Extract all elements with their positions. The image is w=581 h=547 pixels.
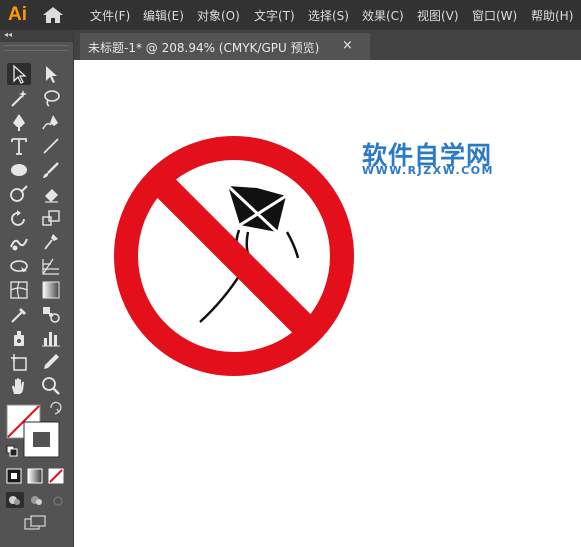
selection-tool-icon[interactable] (7, 63, 31, 85)
puppet-warp-tool-icon[interactable] (39, 231, 63, 253)
menu-view[interactable]: 视图(V) (417, 7, 459, 24)
close-icon[interactable]: × (342, 38, 353, 53)
symbol-sprayer-tool-icon[interactable] (7, 327, 31, 349)
mesh-tool-icon[interactable] (7, 279, 31, 301)
pen-tool-icon[interactable] (7, 111, 31, 133)
warp-tool-icon[interactable] (7, 231, 31, 253)
fill-stroke-swatches[interactable] (0, 400, 73, 470)
menu-help[interactable]: 帮助(H) (531, 7, 573, 24)
home-icon[interactable] (42, 6, 64, 24)
magic-wand-tool-icon[interactable] (7, 87, 31, 109)
eraser-tool-icon[interactable] (39, 183, 63, 205)
line-segment-tool-icon[interactable] (39, 135, 63, 157)
menu-file[interactable]: 文件(F) (90, 7, 130, 24)
screen-mode-icon[interactable] (23, 515, 49, 533)
menu-edit[interactable]: 编辑(E) (143, 7, 184, 24)
ellipse-tool-icon[interactable] (7, 159, 31, 181)
menu-effect[interactable]: 效果(C) (362, 7, 404, 24)
draw-mode-buttons[interactable] (0, 490, 73, 510)
artboard-tool-icon[interactable] (7, 351, 31, 373)
watermark-url: WWW.RJZXW.COM (362, 164, 494, 177)
shaper-tool-icon[interactable] (7, 183, 31, 205)
prohibition-sign-icon (114, 136, 354, 376)
zoom-tool-icon[interactable] (39, 375, 63, 397)
scale-tool-icon[interactable] (39, 207, 63, 229)
free-transform-tool-icon[interactable] (7, 255, 31, 277)
paintbrush-tool-icon[interactable] (39, 159, 63, 181)
collapse-icon[interactable]: ◂◂ (4, 30, 12, 39)
menu-object[interactable]: 对象(O) (197, 7, 240, 24)
type-tool-icon[interactable] (7, 135, 31, 157)
document-tab-title[interactable]: 未标题-1* @ 208.94% (CMYK/GPU 预览) (88, 39, 319, 56)
menu-select[interactable]: 选择(S) (308, 7, 349, 24)
artboard-canvas[interactable]: 软件自学网 WWW.RJZXW.COM (74, 60, 581, 547)
menu-type[interactable]: 文字(T) (254, 7, 295, 24)
perspective-grid-tool-icon[interactable] (39, 255, 63, 277)
blend-tool-icon[interactable] (39, 303, 63, 325)
column-graph-tool-icon[interactable] (39, 327, 63, 349)
gradient-tool-icon[interactable] (39, 279, 63, 301)
color-mode-buttons[interactable] (0, 466, 73, 486)
document-tab-bar: 未标题-1* @ 208.94% (CMYK/GPU 预览) × (74, 30, 581, 60)
hand-tool-icon[interactable] (7, 375, 31, 397)
tools-panel: ◂◂ (0, 30, 74, 547)
slice-tool-icon[interactable] (39, 351, 63, 373)
panel-grip[interactable] (4, 45, 68, 51)
lasso-tool-icon[interactable] (39, 87, 63, 109)
rotate-tool-icon[interactable] (7, 207, 31, 229)
curvature-tool-icon[interactable] (39, 111, 63, 133)
direct-selection-tool-icon[interactable] (39, 63, 63, 85)
eyedropper-tool-icon[interactable] (7, 303, 31, 325)
no-kites-artwork[interactable] (74, 60, 581, 547)
app-logo: Ai (8, 4, 27, 25)
menu-window[interactable]: 窗口(W) (472, 7, 517, 24)
document-tab[interactable]: 未标题-1* @ 208.94% (CMYK/GPU 预览) × (80, 33, 370, 60)
tools-panel-header: ◂◂ (0, 30, 73, 42)
menu-bar: Ai 文件(F) 编辑(E) 对象(O) 文字(T) 选择(S) 效果(C) 视… (0, 0, 581, 30)
